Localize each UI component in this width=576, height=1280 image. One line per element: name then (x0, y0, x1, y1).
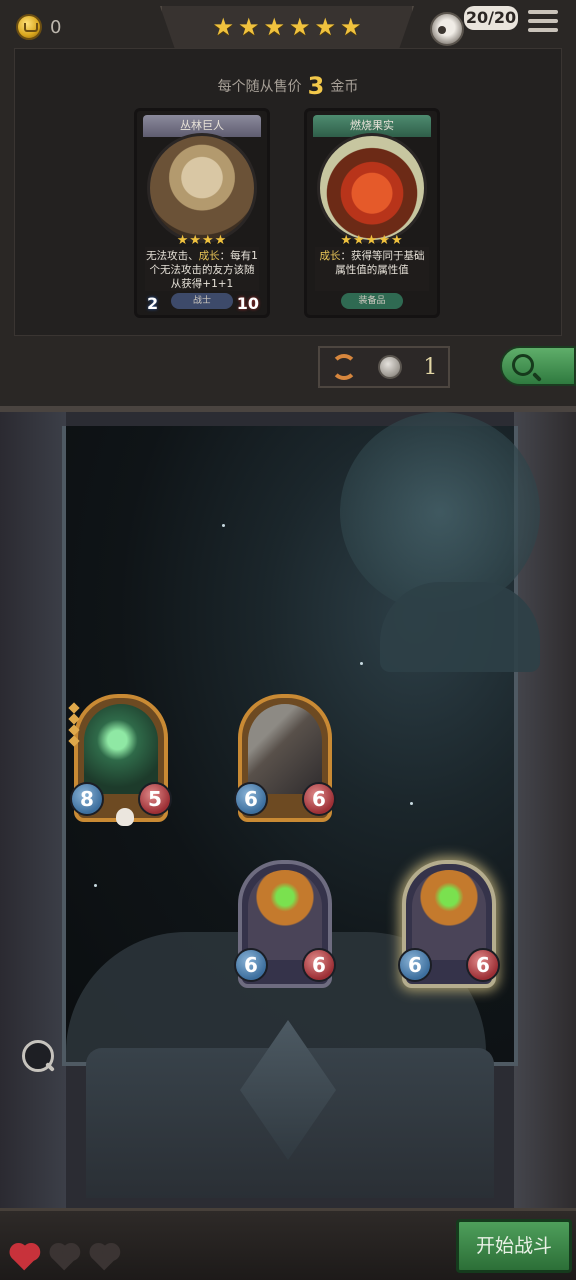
heart-icon (86, 1231, 128, 1273)
coin-counter: 0 (16, 14, 61, 40)
board-unit-pumpkin-knight[interactable]: 6 6 (234, 860, 336, 988)
unit-health: 6 (302, 782, 336, 816)
shop-card-jungle-giant[interactable]: 丛林巨人 ★★★★ 无法攻击、成长：每有1个无法攻击的友方该随从获得+1+1 战… (134, 108, 270, 318)
refresh-icon[interactable] (330, 354, 357, 380)
star-icon: ★ (212, 13, 234, 41)
tavern-tier-stars: ★ ★ ★ ★ ★ ★ (160, 6, 414, 50)
board-unit-rocket[interactable]: 6 6 (234, 694, 336, 822)
card-portrait (147, 133, 257, 243)
star-icon: ★ (237, 13, 260, 41)
star-icon: ★ (314, 13, 337, 41)
board-unit-pumpkin-knight-selected[interactable]: 6 6 (398, 860, 500, 988)
unit-health: 6 (466, 948, 500, 982)
zoom-button[interactable] (22, 1040, 54, 1072)
unit-portrait (412, 870, 486, 960)
card-portrait (317, 133, 427, 243)
reroll-cost: 1 (423, 354, 438, 380)
card-health: 10 (236, 294, 259, 313)
unit-attack: 6 (398, 948, 432, 982)
unit-portrait (84, 704, 158, 794)
start-battle-button[interactable]: 开始战斗 (456, 1219, 572, 1273)
tier-indicator (68, 702, 80, 747)
star-icon: ★ (263, 13, 285, 41)
sell-price-line: 每个随从售价 3 金币 (0, 72, 576, 100)
shop-card-burning-fruit[interactable]: 燃烧果实 ★★★★★ 成长：获得等同于基础属性值的属性值 装备品 (304, 108, 440, 318)
card-description: 无法攻击、成长：每有1个无法攻击的友方该随从获得+1+1 (145, 247, 259, 291)
coin-count: 0 (50, 16, 62, 38)
star-icon: ★ (340, 13, 362, 41)
star-icon: ★ (289, 13, 311, 41)
board-unit-ghost[interactable]: 8 5 (68, 694, 172, 826)
unit-portrait (248, 870, 322, 960)
card-type-tag: 装备品 (341, 293, 403, 309)
sell-price-value: 3 (307, 72, 325, 100)
unit-portrait (248, 704, 322, 794)
sparkle (410, 802, 413, 805)
heart-icon (46, 1231, 88, 1273)
card-description: 成长：获得等同于基础属性值的属性值 (315, 247, 429, 291)
unit-attack: 8 (70, 782, 104, 816)
board-frame-left (0, 412, 66, 1212)
unit-health: 6 (302, 948, 336, 982)
search-button[interactable] (500, 346, 576, 386)
card-stars: ★★★★ (176, 233, 228, 248)
unit-attack: 6 (234, 948, 268, 982)
heart-icon (6, 1231, 48, 1273)
shop-panel: 0 ★ ★ ★ ★ ★ ★ 20/20 每个随从售价 3 金币 丛林巨人 ★★★★ … (0, 0, 576, 412)
card-stars: ★★★★★ (340, 233, 404, 248)
bottom-bar: 开始战斗 (0, 1208, 576, 1280)
player-avatar[interactable] (430, 12, 464, 46)
silver-coin-icon (377, 355, 402, 379)
skull-icon (116, 808, 134, 826)
card-attack: 2 (147, 294, 159, 313)
hamburger-menu-icon (528, 10, 558, 14)
card-tribe-tag: 战士 (171, 293, 233, 309)
unit-health: 5 (138, 782, 172, 816)
search-icon (512, 354, 534, 376)
sell-price-suffix: 金币 (330, 79, 359, 95)
cloud-decoration (380, 582, 540, 672)
sell-price-prefix: 每个随从售价 (217, 79, 302, 95)
reroll-control: 1 (318, 346, 450, 388)
population-badge: 20/20 (464, 6, 518, 30)
sparkle (94, 884, 97, 887)
sparkle (222, 524, 225, 527)
unit-attack: 6 (234, 782, 268, 816)
menu-button[interactable] (528, 10, 558, 38)
sparkle (360, 662, 363, 665)
lives (8, 1231, 122, 1271)
coin-icon (16, 14, 42, 40)
